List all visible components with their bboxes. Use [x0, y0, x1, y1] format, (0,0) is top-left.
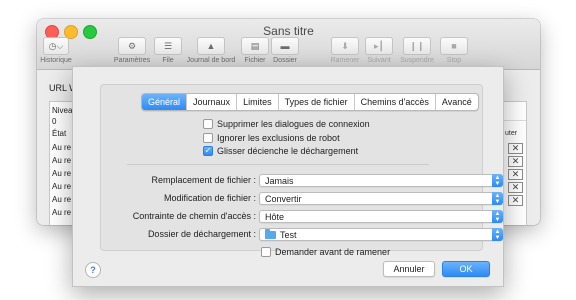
ask-before-fetch-option[interactable]: Demander avant de ramener [261, 247, 390, 257]
row-checkbox[interactable]: ✕ [508, 156, 523, 167]
tab-general[interactable]: Général [142, 94, 188, 110]
gear-icon: ⚙ [118, 37, 146, 55]
toolbar-queue[interactable]: ☰ File [153, 37, 183, 64]
download-table[interactable]: Nivea 0 État Au re Au re Au re Au re Au … [49, 101, 73, 225]
toolbar-log[interactable]: ▲ Journal de bord [183, 37, 239, 64]
ignore-robot-exclusions-option[interactable]: Ignorer les exclusions de robot [203, 133, 340, 143]
path-constraint-value: Hôte [265, 212, 285, 222]
table-row[interactable]: Au re [52, 182, 71, 191]
folder-icon: ▬ [271, 37, 299, 55]
table-row[interactable]: Au re [52, 195, 71, 204]
cancel-button[interactable]: Annuler [383, 261, 435, 277]
column-header-add: uter [505, 130, 518, 137]
download-folder-value: Test [280, 230, 297, 240]
toolbar-fetch-label: Ramener [330, 57, 360, 64]
tab-advanced[interactable]: Avancé [436, 94, 478, 110]
right-table-column: uter ✕ ✕ ✕ ✕ ✕ [503, 101, 527, 225]
updown-arrows-icon: ▲ ▼ [492, 174, 503, 187]
ask-before-fetch-label: Demander avant de ramener [275, 247, 391, 257]
file-modification-value: Convertir [265, 194, 302, 204]
general-panel: Général Journaux Limites Types de fichie… [100, 84, 503, 257]
tab-bar: Général Journaux Limites Types de fichie… [141, 93, 479, 111]
toolbar-folder[interactable]: ▬ Dossier [270, 37, 300, 64]
suppress-login-dialogs-checkbox[interactable] [203, 119, 213, 129]
row-checkbox[interactable]: ✕ [508, 169, 523, 180]
table-row[interactable]: Au re [52, 169, 71, 178]
table-row[interactable]: Au re [52, 143, 71, 152]
toolbar-next-label: Suivant [367, 57, 391, 64]
level-value: 0 [52, 117, 57, 126]
file-replacement-select[interactable]: Jamais ▲ ▼ [259, 174, 503, 187]
suppress-login-dialogs-label: Supprimer les dialogues de connexion [217, 119, 370, 129]
warning-icon: ▲ [197, 37, 225, 55]
toolbar-file-label: Fichier [244, 57, 266, 64]
section-divider [127, 164, 429, 165]
table-row[interactable]: Au re [52, 156, 71, 165]
help-button[interactable]: ? [85, 262, 101, 278]
row-checkbox[interactable]: ✕ [508, 143, 523, 154]
path-constraint-label: Contrainte de chemin d'accès : [132, 211, 256, 221]
toolbar-queue-label: File [162, 57, 174, 64]
file-replacement-value: Jamais [265, 176, 294, 186]
updown-arrows-icon: ▲ ▼ [492, 192, 503, 205]
skip-icon: ▸┃ [365, 37, 393, 55]
toolbar-history[interactable]: ◷⌵ Historique [39, 37, 73, 64]
toolbar-fetch[interactable]: ⬇ Ramener [328, 37, 362, 64]
toolbar-next[interactable]: ▸┃ Suivant [364, 37, 394, 64]
pause-icon: ❙❙ [403, 37, 431, 55]
drag-starts-download-option[interactable]: ✓ Glisser décienche le déchargement [203, 146, 358, 156]
document-icon: ▤ [241, 37, 269, 55]
ok-button[interactable]: OK [442, 261, 490, 277]
ignore-robot-exclusions-checkbox[interactable] [203, 133, 213, 143]
toolbar-file[interactable]: ▤ Fichier [241, 37, 269, 64]
path-constraint-select[interactable]: Hôte ▲ ▼ [259, 210, 503, 223]
file-replacement-label: Remplacement de fichier : [151, 175, 256, 185]
toolbar-pause[interactable]: ❙❙ Suspendre [396, 37, 438, 64]
folder-icon [265, 229, 276, 239]
column-header-level: Nivea [52, 106, 73, 115]
toolbar-stop[interactable]: ■ Stop [440, 37, 468, 64]
file-modification-select[interactable]: Convertir ▲ ▼ [259, 192, 503, 205]
toolbar-history-label: Historique [40, 57, 72, 64]
tab-limits[interactable]: Limites [237, 94, 279, 110]
updown-arrows-icon: ▲ ▼ [492, 228, 503, 241]
preferences-sheet: Général Journaux Limites Types de fichie… [72, 66, 504, 287]
column-header-state: État [52, 129, 67, 138]
toolbar-log-label: Journal de bord [186, 57, 236, 64]
clock-icon: ◷⌵ [43, 37, 69, 55]
ignore-robot-exclusions-label: Ignorer les exclusions de robot [217, 133, 340, 143]
updown-arrows-icon: ▲ ▼ [492, 210, 503, 223]
tab-paths[interactable]: Chemins d'accès [355, 94, 436, 110]
checkmark-icon: ✓ [204, 146, 212, 155]
suppress-login-dialogs-option[interactable]: Supprimer les dialogues de connexion [203, 119, 370, 129]
download-folder-label: Dossier de déchargement : [147, 229, 256, 239]
stop-icon: ■ [440, 37, 468, 55]
tab-logs[interactable]: Journaux [187, 94, 238, 110]
toolbar-pause-label: Suspendre [400, 57, 434, 64]
toolbar-folder-label: Dossier [273, 57, 297, 64]
window-title: Sans titre [263, 24, 314, 38]
ask-before-fetch-checkbox[interactable] [261, 247, 271, 257]
toolbar-settings[interactable]: ⚙ Paramètres [112, 37, 152, 64]
row-checkbox[interactable]: ✕ [508, 195, 523, 206]
download-icon: ⬇ [331, 37, 359, 55]
file-modification-label: Modification de fichier : [163, 193, 256, 203]
toolbar-stop-label: Stop [446, 57, 462, 64]
download-folder-select[interactable]: Test ▲ ▼ [259, 228, 503, 241]
window-titlebar: Sans titre ◷⌵ Historique ⚙ Paramètres ☰ … [37, 19, 540, 70]
drag-starts-download-label: Glisser décienche le déchargement [217, 146, 359, 156]
row-checkbox[interactable]: ✕ [508, 182, 523, 193]
toolbar-settings-label: Paramètres [113, 57, 151, 64]
table-row[interactable]: Au re [52, 208, 71, 217]
tab-file-types[interactable]: Types de fichier [279, 94, 355, 110]
drag-starts-download-checkbox[interactable]: ✓ [203, 146, 213, 156]
list-icon: ☰ [154, 37, 182, 55]
url-field-edge[interactable] [504, 102, 526, 121]
